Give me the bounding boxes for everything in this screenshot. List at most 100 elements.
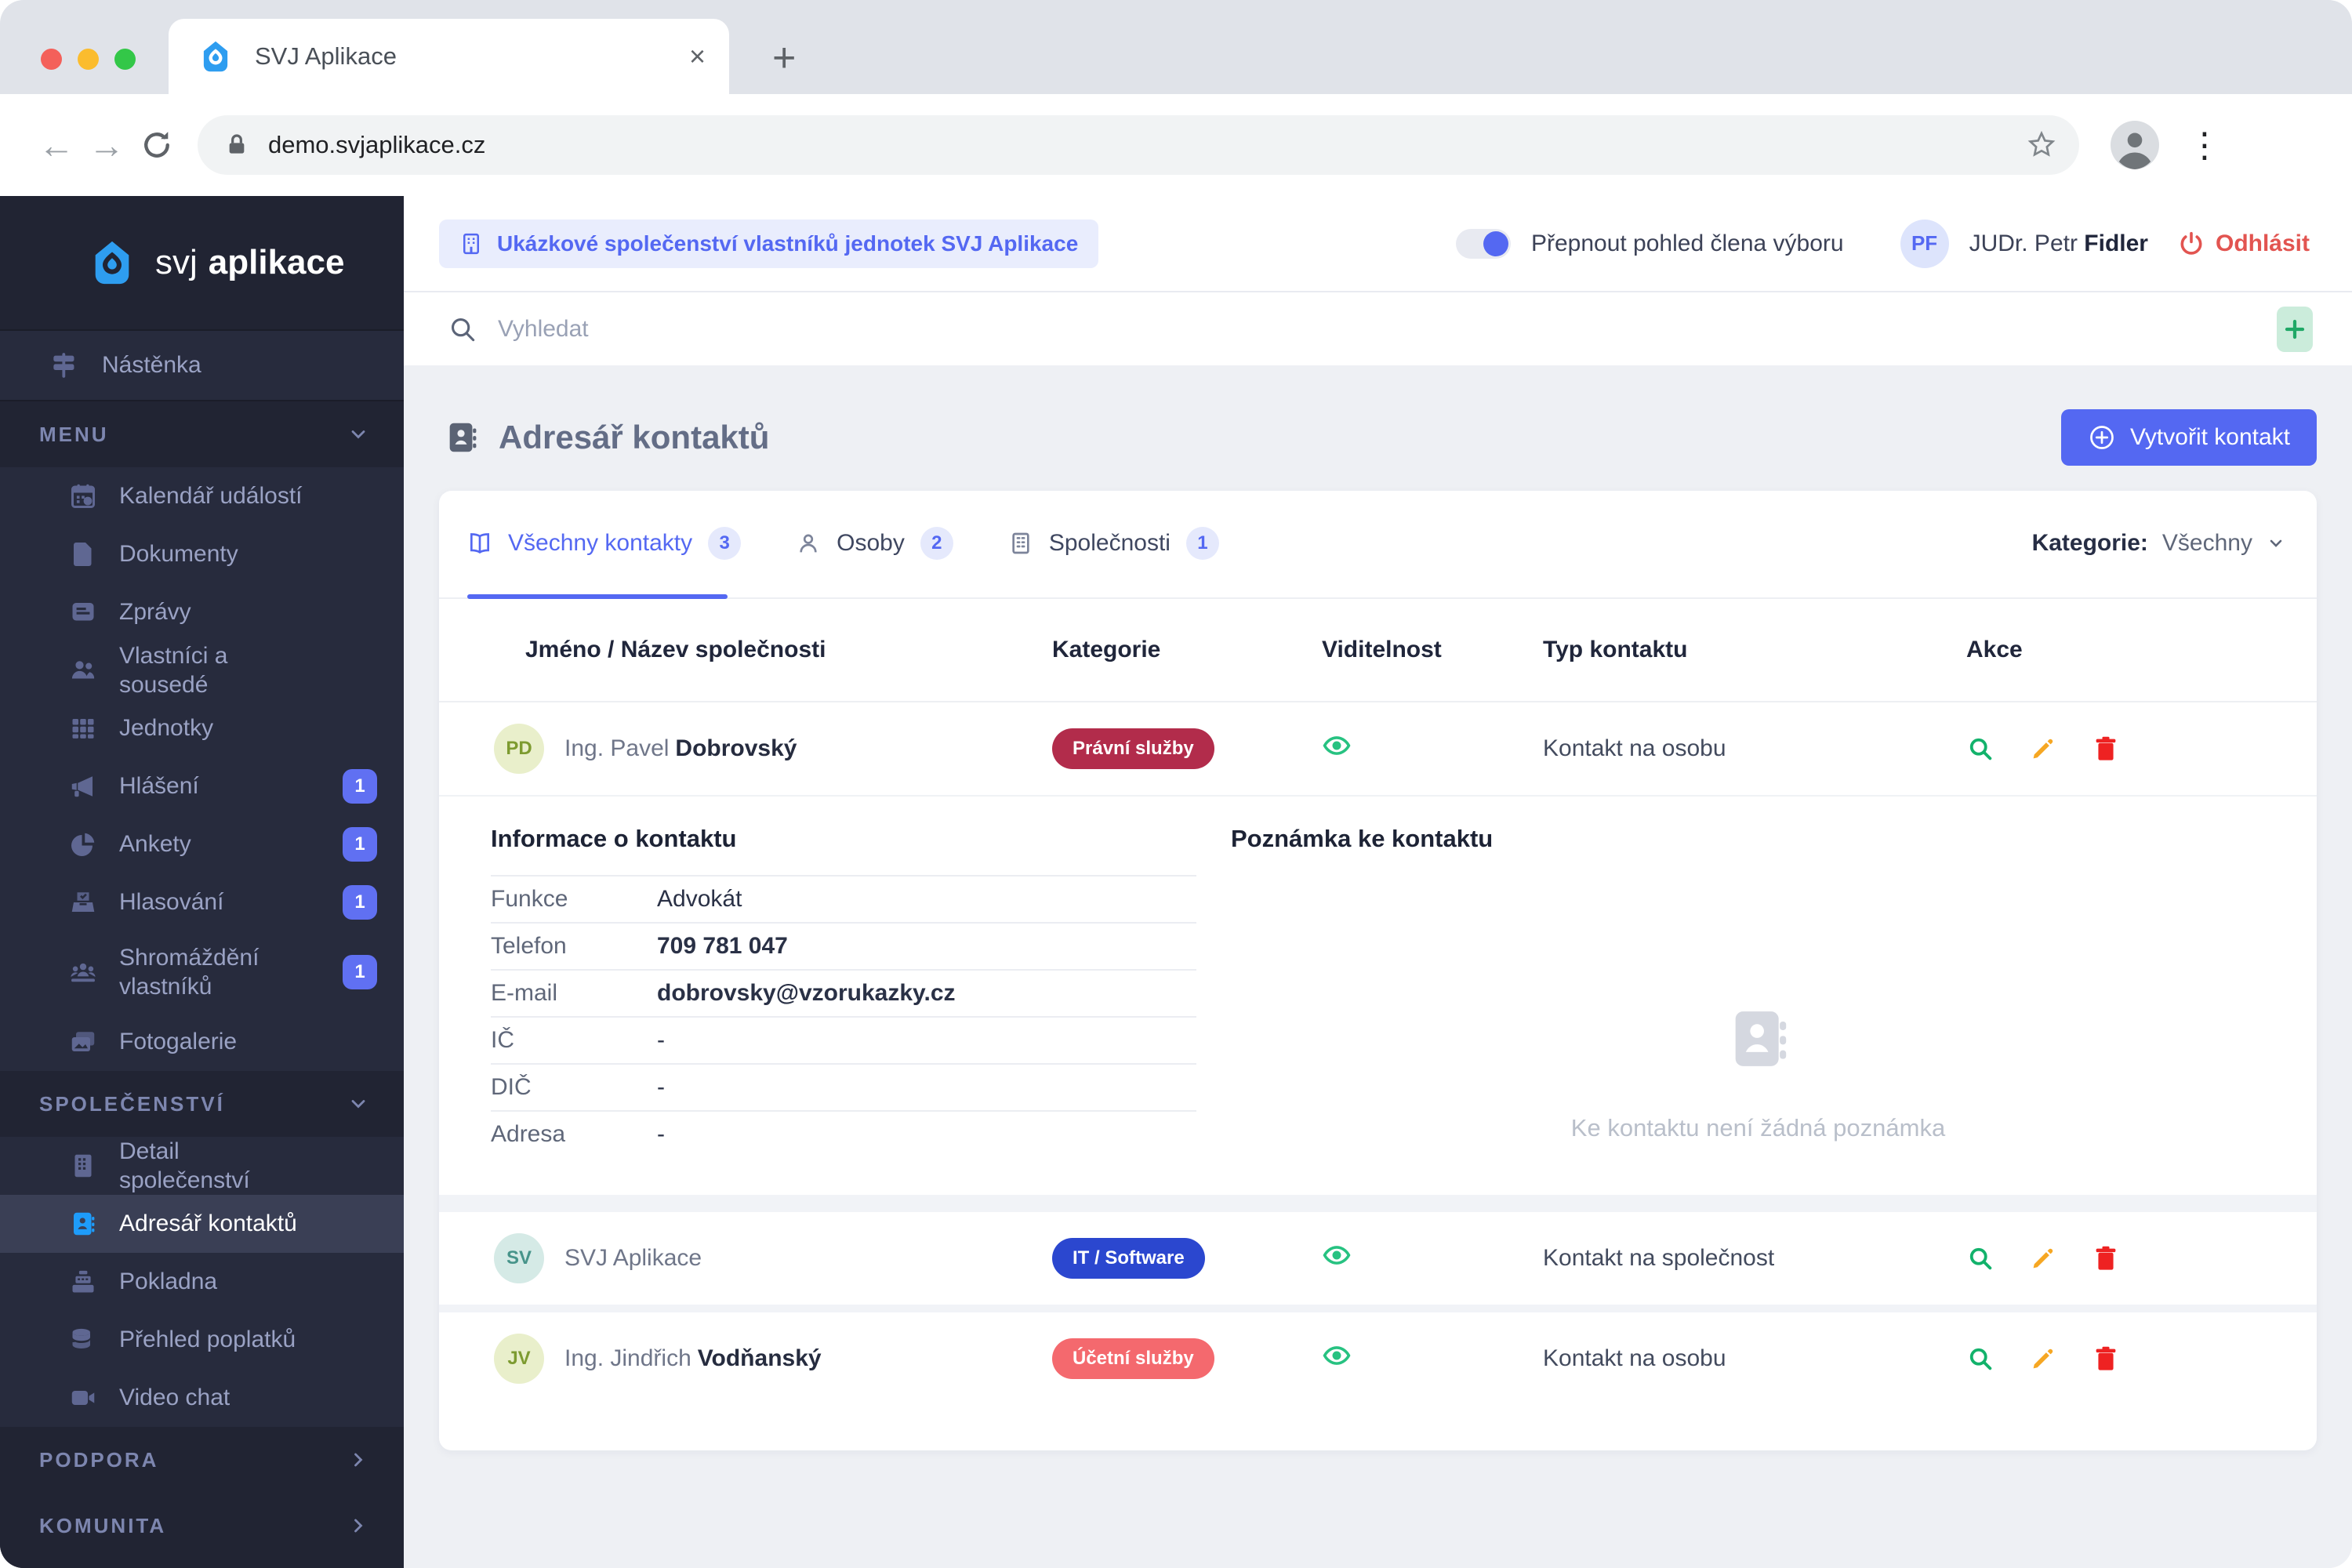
forward-button[interactable]: → — [82, 124, 132, 166]
contact-name-bold: Vodňanský — [697, 1345, 822, 1371]
user-name: JUDr. Petr Fidler — [1969, 230, 2148, 257]
close-window-button[interactable] — [41, 49, 62, 70]
association-badge[interactable]: Ukázkové společenství vlastníků jednotek… — [439, 219, 1099, 268]
url-text: demo.svjaplikace.cz — [268, 131, 486, 158]
visibility-eye-icon[interactable] — [1322, 1341, 1352, 1370]
browser-menu-icon[interactable]: ⋮ — [2187, 125, 2222, 165]
pie-chart-icon — [71, 833, 95, 856]
contact-name: Ing. Jindřich Vodňanský — [564, 1345, 822, 1372]
minimize-window-button[interactable] — [78, 49, 99, 70]
sidebar-item-documents[interactable]: Dokumenty — [0, 525, 404, 583]
sidebar-item-dashboard[interactable]: Nástěnka — [0, 329, 404, 401]
row-actions — [1966, 1244, 2285, 1272]
sidebar-item-label: Adresář kontaktů — [119, 1210, 297, 1237]
board-view-toggle[interactable] — [1455, 228, 1511, 259]
delete-contact-icon[interactable] — [2092, 1244, 2120, 1272]
user-avatar[interactable]: PF — [1900, 219, 1949, 268]
tab-persons[interactable]: Osoby 2 — [796, 527, 953, 560]
field-value: 709 781 047 — [657, 933, 788, 959]
back-button[interactable]: ← — [31, 124, 82, 166]
sidebar-item-photo-gallery[interactable]: Fotogalerie — [0, 1013, 404, 1071]
person-icon — [800, 534, 817, 553]
window-controls[interactable] — [41, 49, 136, 70]
view-contact-icon[interactable] — [1966, 1345, 1994, 1373]
contact-name-regular: SVJ Aplikace — [564, 1245, 702, 1271]
browser-profile-avatar[interactable] — [2111, 121, 2159, 169]
maximize-window-button[interactable] — [114, 49, 136, 70]
contact-card-placeholder-icon — [1735, 1011, 1786, 1066]
sidebar-section-community[interactable]: KOMUNITA — [0, 1493, 404, 1559]
field-value: dobrovsky@vzorukazky.cz — [657, 980, 956, 1006]
sidebar-item-video-chat[interactable]: Video chat — [0, 1369, 404, 1427]
message-icon — [72, 603, 94, 621]
sidebar-item-society-detail[interactable]: Detail společenství — [0, 1137, 404, 1195]
view-contact-icon[interactable] — [1966, 735, 1994, 763]
contact-name: Ing. Pavel Dobrovský — [564, 735, 797, 762]
building-icon — [74, 1154, 92, 1178]
ballot-box-icon — [71, 892, 95, 912]
sidebar-item-voting[interactable]: Hlasování 1 — [0, 873, 404, 931]
contact-name: SVJ Aplikace — [564, 1245, 708, 1272]
category-badge: Účetní služby — [1052, 1338, 1214, 1379]
visibility-eye-icon[interactable] — [1322, 731, 1352, 760]
page-content: Adresář kontaktů Vytvořit kontakt Všechn… — [404, 365, 2352, 1568]
power-icon[interactable] — [2178, 230, 2205, 257]
sidebar-item-cash-desk[interactable]: Pokladna — [0, 1253, 404, 1311]
search-input[interactable] — [496, 314, 2258, 343]
tab-companies[interactable]: Společnosti 1 — [1008, 527, 1219, 560]
section-label: MENU — [39, 422, 109, 446]
reload-button[interactable] — [132, 128, 182, 162]
delete-contact-icon[interactable] — [2092, 735, 2120, 763]
contacts-card: Všechny kontakty 3 Osoby 2 Společnosti 1… — [439, 491, 2317, 1450]
quick-add-button[interactable] — [2277, 306, 2313, 352]
row-actions — [1966, 1345, 2285, 1373]
plus-circle-icon — [2090, 426, 2114, 449]
edit-contact-icon[interactable] — [2029, 1244, 2057, 1272]
create-contact-button[interactable]: Vytvořit kontakt — [2061, 409, 2317, 466]
app-logo[interactable]: svj aplikace — [0, 196, 404, 329]
browser-tab[interactable]: SVJ Aplikace × — [169, 19, 729, 94]
table-row[interactable]: PD Ing. Pavel Dobrovský Právní služby Kon… — [439, 702, 2317, 795]
url-bar[interactable]: demo.svjaplikace.cz — [198, 115, 2079, 175]
svj-logo-icon — [95, 241, 129, 285]
sidebar-item-announcements[interactable]: Hlášení 1 — [0, 757, 404, 815]
contact-detail-panel: Informace o kontaktu Funkce Advokát Tele… — [439, 795, 2317, 1195]
search-icon — [451, 318, 475, 341]
sidebar-menu-group: Kalendář událostí Dokumenty Zprávy Vlast… — [0, 467, 404, 1071]
logout-button[interactable]: Odhlásit — [2216, 230, 2310, 257]
search-bar — [404, 292, 2352, 365]
sidebar-item-messages[interactable]: Zprávy — [0, 583, 404, 641]
new-tab-button[interactable]: + — [772, 38, 796, 78]
tab-all-contacts[interactable]: Všechny kontakty 3 — [467, 527, 742, 560]
row-separator — [439, 1195, 2317, 1212]
sidebar-item-owners[interactable]: Vlastníci a sousedé — [0, 641, 404, 699]
view-contact-icon[interactable] — [1966, 1244, 1994, 1272]
edit-contact-icon[interactable] — [2029, 1345, 2057, 1373]
chevron-down-icon — [351, 1100, 365, 1109]
contact-name-regular: Ing. Pavel — [564, 735, 670, 761]
field-value: Advokát — [657, 886, 742, 912]
table-row[interactable]: JV Ing. Jindřich Vodňanský Účetní služby … — [439, 1312, 2317, 1405]
edit-contact-icon[interactable] — [2029, 735, 2057, 763]
video-camera-icon — [71, 1391, 95, 1405]
sidebar-item-fees[interactable]: Přehled poplatků — [0, 1311, 404, 1369]
delete-contact-icon[interactable] — [2092, 1345, 2120, 1373]
sidebar-section-contact-person[interactable]: KONTAKTNÍ OSOBA — [0, 1559, 404, 1568]
building-icon — [1012, 532, 1029, 554]
sidebar-item-polls[interactable]: Ankety 1 — [0, 815, 404, 873]
bookmark-star-icon[interactable] — [2026, 129, 2057, 161]
sidebar-item-contacts[interactable]: Adresář kontaktů — [0, 1195, 404, 1253]
sidebar-section-society[interactable]: SPOLEČENSTVÍ — [0, 1071, 404, 1137]
sidebar-item-units[interactable]: Jednotky — [0, 699, 404, 757]
sidebar-section-support[interactable]: PODPORA — [0, 1427, 404, 1493]
page-header: Adresář kontaktů Vytvořit kontakt — [439, 409, 2317, 466]
sidebar-item-calendar[interactable]: Kalendář událostí — [0, 467, 404, 525]
category-filter[interactable]: Kategorie: Všechny — [2032, 530, 2285, 557]
tab-close-icon[interactable]: × — [689, 42, 706, 71]
visibility-eye-icon[interactable] — [1322, 1240, 1352, 1270]
sidebar-section-menu[interactable]: MENU — [0, 401, 404, 467]
signpost-icon — [53, 353, 74, 378]
table-row[interactable]: SV SVJ Aplikace IT / Software Kontakt na… — [439, 1212, 2317, 1305]
field-label: IČ — [491, 1027, 514, 1053]
sidebar-item-assembly[interactable]: Shromáždění vlastníků 1 — [0, 931, 404, 1013]
